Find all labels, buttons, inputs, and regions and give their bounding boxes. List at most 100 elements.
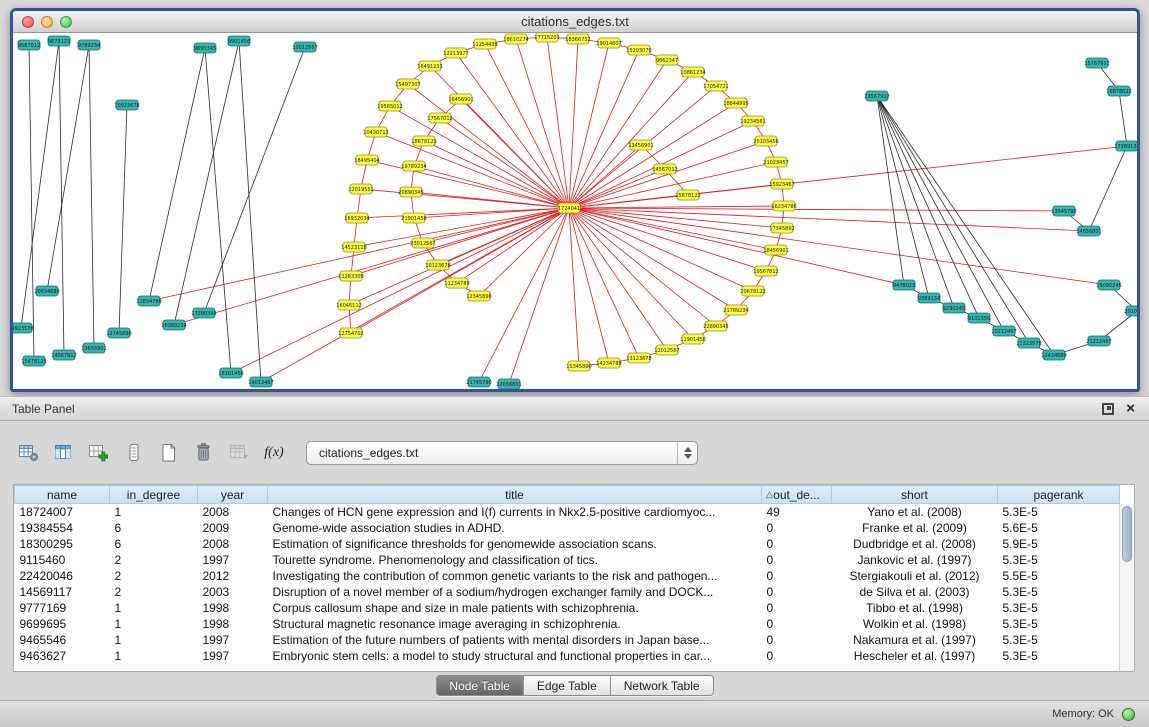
tab-edge-table[interactable]: Edge Table <box>524 676 611 695</box>
graph-node[interactable]: 18456901 <box>763 245 788 255</box>
graph-node[interactable]: 19012467 <box>248 377 273 387</box>
table-cell[interactable]: Estimation of significance thresholds fo… <box>268 536 762 552</box>
graph-node[interactable]: 12213977 <box>443 48 468 58</box>
graph-node[interactable]: 19014607 <box>596 38 621 48</box>
table-cell[interactable]: 9699695 <box>15 616 110 632</box>
table-cell[interactable]: 1997 <box>198 648 268 664</box>
graph-node[interactable]: 23567912 <box>864 91 889 101</box>
graph-node[interactable]: 17290345 <box>191 308 216 318</box>
graph-node[interactable]: 21212467 <box>1086 336 1111 346</box>
table-cell[interactable]: Embryonic stem cells: a model to study s… <box>268 648 762 664</box>
column-header-name[interactable]: name <box>15 486 110 504</box>
graph-node[interactable]: 17345892 <box>769 223 794 233</box>
table-cell[interactable]: 1997 <box>198 632 268 648</box>
table-cell[interactable]: Franke et al. (2009) <box>832 520 998 536</box>
table-cell[interactable]: 18724007 <box>15 504 110 520</box>
scrollbar-thumb[interactable] <box>1122 506 1132 562</box>
graph-node[interactable]: 9678123 <box>48 36 70 46</box>
graph-node[interactable]: 17567012 <box>427 113 452 123</box>
graph-node[interactable]: 19923578 <box>13 323 34 333</box>
graph-node[interactable]: 18366752 <box>565 34 590 44</box>
graph-node[interactable]: 15767912 <box>1084 58 1109 68</box>
graph-node[interactable]: 18101456 <box>218 368 243 378</box>
tab-network-table[interactable]: Network Table <box>611 676 713 695</box>
graph-node[interactable]: 22890345 <box>703 321 728 331</box>
table-cell[interactable]: 5.3E-5 <box>998 648 1120 664</box>
graph-node[interactable]: 11234789 <box>444 278 469 288</box>
column-header-pagerank[interactable]: pagerank <box>998 486 1120 504</box>
table-cell[interactable]: 0 <box>762 648 832 664</box>
table-cell[interactable]: 5.3E-5 <box>998 584 1120 600</box>
graph-node[interactable]: 20103456 <box>753 136 778 146</box>
graph-node[interactable]: 12012567 <box>654 345 679 355</box>
column-header-title[interactable]: title <box>268 486 762 504</box>
column-visibility-icon[interactable] <box>51 440 77 466</box>
graph-node[interactable]: 22656801 <box>496 379 521 389</box>
minimize-button[interactable] <box>41 16 53 28</box>
table-row[interactable]: 946362711997Embryonic stem cells: a mode… <box>15 648 1120 664</box>
graph-node[interactable]: 13456901 <box>628 140 653 150</box>
graph-node[interactable]: 12434689 <box>1041 350 1066 360</box>
graph-node[interactable]: 9478023 <box>893 280 915 290</box>
table-row[interactable]: 1830029562008Estimation of significance … <box>15 536 1120 552</box>
graph-node[interactable]: 9389134 <box>918 293 940 303</box>
graph-node[interactable]: 17054721 <box>703 81 728 91</box>
graph-node[interactable]: 14656801 <box>1076 226 1101 236</box>
graph-node[interactable]: 13656901 <box>81 343 106 353</box>
graph-node[interactable]: 20101356 <box>1124 306 1137 316</box>
table-cell[interactable]: 6 <box>110 536 198 552</box>
graph-node[interactable]: 12754702 <box>338 328 363 338</box>
table-cell[interactable]: 1997 <box>198 552 268 568</box>
table-cell[interactable]: 2 <box>110 584 198 600</box>
column-header-out_de[interactable]: △out_de... <box>762 486 832 504</box>
table-cell[interactable]: 1 <box>110 648 198 664</box>
graph-node[interactable]: 16878023 <box>1106 86 1131 96</box>
table-cell[interactable]: Structural magnetic resonance image aver… <box>268 616 762 632</box>
table-cell[interactable]: 19384554 <box>15 520 110 536</box>
graph-node[interactable]: 21901456 <box>401 213 426 223</box>
graph-node[interactable]: 18610274 <box>503 34 528 44</box>
graph-node[interactable]: 12745890 <box>106 328 131 338</box>
table-cell[interactable]: 5.6E-5 <box>998 520 1120 536</box>
graph-node[interactable]: 14567012 <box>652 164 677 174</box>
table-cell[interactable]: 5.5E-5 <box>998 568 1120 584</box>
graph-node[interactable]: 16491233 <box>417 61 442 71</box>
graph-node[interactable]: 10012567 <box>292 42 317 52</box>
table-cell[interactable]: 5.3E-5 <box>998 552 1120 568</box>
graph-node[interactable]: 12019551 <box>348 184 373 194</box>
table-cell[interactable]: Jankovic et al. (1997) <box>832 552 998 568</box>
graph-node[interactable]: 19090245 <box>1096 280 1121 290</box>
table-cell[interactable]: 1 <box>110 504 198 520</box>
new-table-icon[interactable] <box>156 440 182 466</box>
graph-node[interactable]: 9901456 <box>228 36 250 46</box>
table-row[interactable]: 977716911998Corpus callosum shape and si… <box>15 600 1120 616</box>
graph-node[interactable]: 9567012 <box>18 40 40 50</box>
table-cell[interactable]: 2003 <box>198 584 268 600</box>
table-cell[interactable]: 0 <box>762 568 832 584</box>
table-cell[interactable]: 9465546 <box>15 632 110 648</box>
graph-node[interactable]: 19565012 <box>377 101 402 111</box>
graph-node[interactable]: 15923467 <box>769 179 794 189</box>
graph-node[interactable]: 10212467 <box>991 326 1016 336</box>
table-cell[interactable]: 1998 <box>198 600 268 616</box>
table-row[interactable]: 2242004622012Investigating the contribut… <box>15 568 1120 584</box>
table-cell[interactable]: 1 <box>110 600 198 616</box>
graph-node[interactable]: 15497307 <box>395 79 420 89</box>
graph-node[interactable]: 15345890 <box>566 361 591 371</box>
table-cell[interactable]: 0 <box>762 616 832 632</box>
table-cell[interactable]: Stergiakouli et al. (2012) <box>832 568 998 584</box>
table-cell[interactable]: Investigating the contribution of common… <box>268 568 762 584</box>
table-cell[interactable]: 2008 <box>198 504 268 520</box>
zoom-button[interactable] <box>60 16 72 28</box>
table-cell[interactable]: 22420046 <box>15 568 110 584</box>
close-panel-icon[interactable]: × <box>1126 403 1135 415</box>
table-cell[interactable]: 5.3E-5 <box>998 616 1120 632</box>
table-cell[interactable]: 9115460 <box>15 552 110 568</box>
table-cell[interactable]: de Silva et al. (2003) <box>832 584 998 600</box>
table-cell[interactable]: Dudbridge et al. (2008) <box>832 536 998 552</box>
graph-node[interactable]: 19789234 <box>401 161 426 171</box>
table-cell[interactable]: Tibbo et al. (1998) <box>832 600 998 616</box>
table-cell[interactable]: 0 <box>762 600 832 616</box>
graph-node[interactable]: 15678123 <box>675 190 700 200</box>
table-cell[interactable]: 6 <box>110 520 198 536</box>
